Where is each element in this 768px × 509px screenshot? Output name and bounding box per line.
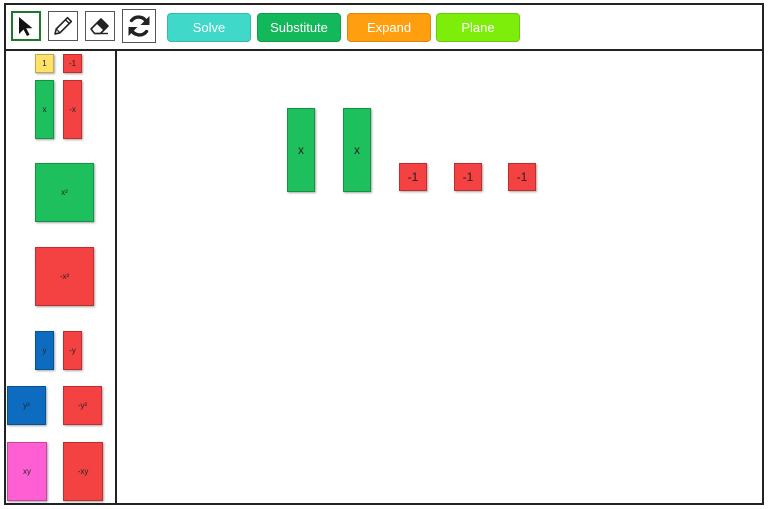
y-tile-positive[interactable]: y — [35, 331, 54, 370]
pencil-icon — [54, 16, 73, 35]
x-squared-tile-positive[interactable]: x² — [35, 163, 94, 222]
select-tool-button[interactable] — [11, 11, 41, 41]
substitute-button[interactable]: Substitute — [257, 13, 341, 42]
plane-button[interactable]: Plane — [436, 13, 520, 42]
workspace-unit-tile[interactable]: -1 — [399, 163, 427, 191]
x-squared-tile-negative[interactable]: -x² — [35, 247, 94, 306]
solve-button[interactable]: Solve — [167, 13, 251, 42]
y-squared-tile-positive[interactable]: y² — [7, 386, 46, 425]
workspace-canvas[interactable]: x x -1 -1 -1 — [117, 51, 762, 503]
x-tile-negative[interactable]: -x — [63, 80, 82, 139]
eraser-icon — [90, 18, 109, 35]
workspace-x-tile[interactable]: x — [343, 108, 371, 192]
refresh-icon — [128, 15, 150, 37]
toolbar: Solve Substitute Expand Plane — [6, 5, 762, 51]
workspace-unit-tile[interactable]: -1 — [508, 163, 536, 191]
xy-tile-positive[interactable]: xy — [7, 442, 47, 501]
unit-tile-positive[interactable]: 1 — [35, 54, 54, 73]
eraser-tool-button[interactable] — [85, 11, 115, 41]
unit-tile-negative[interactable]: -1 — [63, 54, 82, 73]
workspace-unit-tile[interactable]: -1 — [454, 163, 482, 191]
algebra-tiles-app: Solve Substitute Expand Plane 1 -1 x -x … — [4, 3, 764, 505]
tile-palette: 1 -1 x -x x² -x² y -y y² -y² xy -xy — [6, 51, 117, 503]
reset-tool-button[interactable] — [122, 9, 156, 43]
y-tile-negative[interactable]: -y — [63, 331, 82, 370]
cursor-arrow-icon — [19, 17, 33, 36]
workspace-x-tile[interactable]: x — [287, 108, 315, 192]
pencil-tool-button[interactable] — [48, 11, 78, 41]
expand-button[interactable]: Expand — [347, 13, 431, 42]
x-tile-positive[interactable]: x — [35, 80, 54, 139]
y-squared-tile-negative[interactable]: -y² — [63, 386, 102, 425]
xy-tile-negative[interactable]: -xy — [63, 442, 103, 501]
